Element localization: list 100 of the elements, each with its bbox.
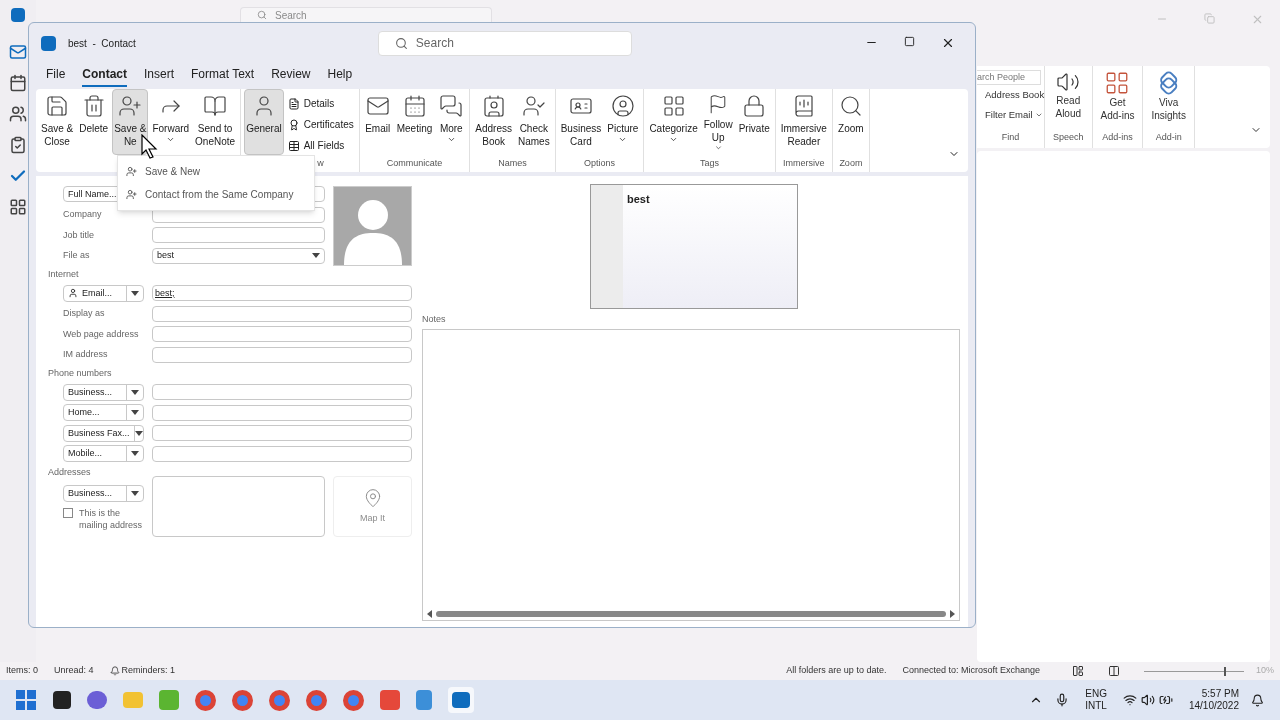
search-field[interactable]: Search [377, 30, 632, 56]
menu-tab[interactable]: Insert [144, 65, 175, 87]
clock[interactable]: 5:57 PM 14/10/2022 [1188, 688, 1239, 712]
people-check-icon [521, 94, 546, 118]
ribbon-button[interactable]: Get Add-ins [1100, 66, 1135, 122]
task-view-icon[interactable] [53, 691, 71, 709]
search-icon [257, 10, 267, 20]
text-field[interactable] [152, 425, 412, 442]
dropdown-caret-icon [131, 491, 139, 496]
field-dropdown[interactable]: Business... [63, 383, 144, 401]
ribbon-button[interactable]: Viva Insights [1151, 66, 1186, 122]
ribbon-button[interactable]: More [436, 89, 467, 155]
chevron-icon [446, 135, 456, 144]
field-dropdown[interactable]: Business Fax... [63, 424, 144, 442]
menu-tab[interactable]: File [46, 65, 66, 87]
ribbon-small-button[interactable]: Address Book [977, 85, 1045, 105]
ribbon-button[interactable]: Address Book [473, 89, 514, 155]
field-dropdown[interactable]: Home... [63, 404, 144, 422]
checkbox-label: This is the mailing address [79, 507, 144, 531]
field-dropdown[interactable]: Email... [63, 284, 144, 302]
chat-icon[interactable] [87, 691, 107, 709]
zoom-reading: 10% [1256, 664, 1274, 678]
browser-icon[interactable] [306, 689, 327, 711]
app-icon[interactable] [380, 690, 400, 710]
search-icon [838, 94, 863, 118]
menu-tab[interactable]: Contact [82, 65, 127, 87]
notepad-icon[interactable] [416, 690, 432, 710]
ribbon-button[interactable]: Immersive Reader [778, 89, 829, 155]
maximize-icon[interactable] [904, 36, 915, 47]
ribbon-button[interactable]: Save & Ne [112, 89, 149, 155]
field-dropdown[interactable]: Mobile... [63, 445, 144, 463]
wifi-icon[interactable] [1122, 693, 1137, 707]
browser-icon[interactable] [343, 689, 364, 711]
browser-icon[interactable] [195, 689, 216, 711]
text-field[interactable]: best; [152, 285, 412, 302]
outlook-taskbar-icon[interactable] [448, 687, 474, 713]
contact-photo[interactable] [333, 186, 412, 266]
checkbox[interactable] [63, 508, 73, 518]
ribbon-small-button[interactable]: Certificates [285, 114, 356, 135]
people-icon[interactable] [9, 105, 27, 123]
normal-view-icon[interactable] [1072, 665, 1084, 677]
apps-icon[interactable] [9, 198, 27, 216]
window-title: best - Contact [68, 36, 136, 51]
field-label: File as [63, 250, 90, 260]
ribbon-button[interactable]: Delete [77, 89, 111, 155]
menu-item[interactable]: Save & New [118, 160, 314, 183]
select-field[interactable]: best [152, 247, 325, 264]
ribbon-button[interactable]: Meeting [394, 89, 435, 155]
ribbon-small-button[interactable]: All Fields [285, 135, 356, 156]
group-label: Names [498, 156, 527, 170]
ribbon-small-button[interactable]: Details [285, 93, 356, 114]
close-icon[interactable] [941, 36, 955, 50]
text-field[interactable] [152, 404, 412, 421]
menu-tab[interactable]: Review [271, 65, 311, 87]
ribbon-button[interactable]: Private [736, 89, 772, 155]
ribbon-button[interactable]: Save & Close [39, 89, 76, 155]
ribbon-button[interactable]: Check Names [516, 89, 552, 155]
group-label: Find [1001, 130, 1020, 144]
microphone-icon[interactable] [1055, 693, 1070, 707]
menu-tab[interactable]: Help [327, 65, 353, 87]
envelope-icon[interactable] [9, 43, 27, 61]
ribbon-button[interactable]: Business Card [558, 89, 604, 155]
battery-icon[interactable] [1158, 693, 1173, 707]
ribbon-button[interactable]: Send to OneNote [193, 89, 238, 155]
speaker-icon[interactable] [1140, 693, 1155, 707]
address-field[interactable] [152, 476, 325, 537]
browser-icon[interactable] [269, 689, 290, 711]
notes-field[interactable] [422, 328, 960, 621]
calendar-icon[interactable] [9, 74, 27, 92]
ribbon-button[interactable]: Forward [150, 89, 192, 155]
text-field[interactable] [152, 384, 412, 401]
language-indicator[interactable]: ENG INTL [1085, 688, 1107, 712]
people-search-field[interactable]: arch People [977, 70, 1041, 85]
clipboard-icon[interactable] [9, 136, 27, 154]
ribbon-button[interactable]: Read Aloud [1055, 66, 1082, 120]
browser-icon[interactable] [232, 689, 253, 711]
text-field[interactable] [152, 305, 412, 322]
text-field[interactable] [152, 227, 325, 244]
list-icon [287, 97, 300, 110]
text-field[interactable] [152, 346, 412, 363]
text-field[interactable] [152, 445, 412, 462]
reading-view-icon[interactable] [1108, 665, 1120, 677]
chevron-icon [618, 135, 628, 144]
menu-tab[interactable]: Format Text [191, 65, 255, 87]
ribbon-small-button[interactable]: Filter Email [977, 105, 1043, 125]
ribbon-button[interactable]: Picture [605, 89, 641, 155]
notification-icon[interactable] [1251, 693, 1264, 707]
ribbon-button[interactable]: Zoom [835, 89, 866, 155]
field-label: Web page address [63, 328, 139, 339]
field-dropdown[interactable]: Business... [63, 485, 144, 502]
group-label: Options [584, 156, 616, 170]
color-grid-icon [661, 94, 686, 118]
text-field[interactable] [152, 326, 412, 343]
ribbon-button[interactable]: General [244, 89, 284, 155]
ribbon-button[interactable]: Categorize [647, 89, 700, 155]
group-label: Tags [700, 156, 720, 170]
ribbon-button[interactable]: Email [362, 89, 393, 155]
field-label: IM address [63, 349, 108, 359]
ribbon-button[interactable]: Follow Up [701, 89, 735, 155]
windows-logo-icon[interactable] [16, 690, 36, 710]
